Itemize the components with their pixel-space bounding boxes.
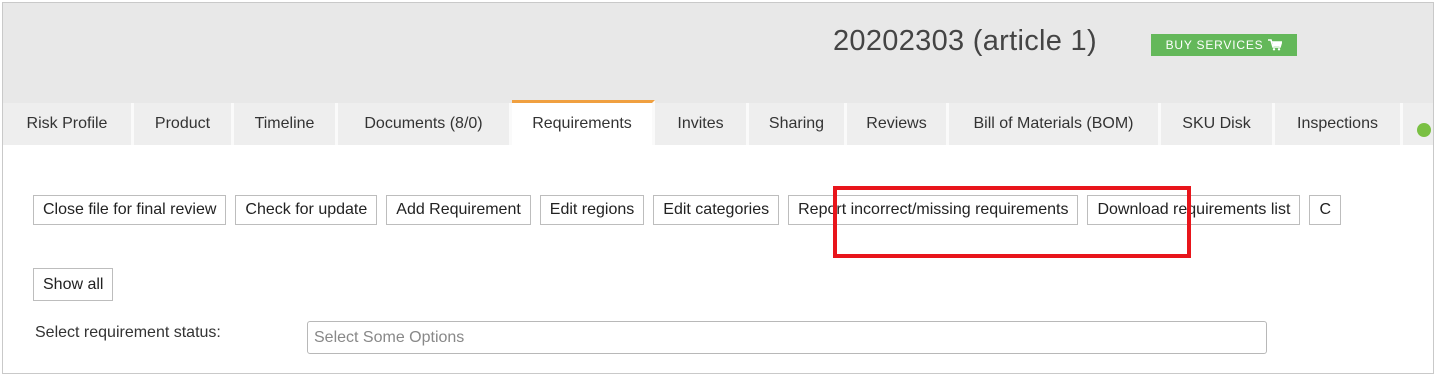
tab-label: Product	[154, 115, 211, 132]
tab-status-overflow[interactable]	[1403, 103, 1433, 145]
check-update-button[interactable]: Check for update	[235, 195, 378, 225]
tab-documents[interactable]: Documents (8/0)	[338, 103, 512, 145]
tab-invites[interactable]: Invites	[655, 103, 749, 145]
buy-services-label: BUY SERVICES	[1165, 38, 1264, 52]
tab-label: Sharing	[768, 115, 825, 132]
app-window: 20202303 (article 1) BUY SERVICES Risk P…	[2, 2, 1434, 374]
close-file-button[interactable]: Close file for final review	[33, 195, 227, 225]
tab-label: Requirements	[532, 115, 632, 132]
tab-label: Invites	[677, 115, 724, 132]
page-title: 20202303 (article 1)	[833, 25, 1097, 57]
tab-sharing[interactable]: Sharing	[749, 103, 847, 145]
page-header: 20202303 (article 1) BUY SERVICES Risk P…	[3, 3, 1433, 145]
report-incorrect-requirements-button[interactable]: Report incorrect/missing requirements	[788, 195, 1079, 225]
status-filter-placeholder: Select Some Options	[314, 328, 465, 346]
green-dot-icon	[1417, 123, 1431, 137]
tab-label: Bill of Materials (BOM)	[973, 115, 1134, 132]
tab-sku-disk[interactable]: SKU Disk	[1161, 103, 1275, 145]
tab-bill-of-materials[interactable]: Bill of Materials (BOM)	[949, 103, 1161, 145]
tab-risk-profile[interactable]: Risk Profile	[3, 103, 134, 145]
tab-label: Timeline	[254, 115, 315, 132]
edit-regions-button[interactable]: Edit regions	[539, 195, 645, 225]
status-filter-label: Select requirement status:	[35, 324, 221, 341]
edit-categories-button[interactable]: Edit categories	[653, 195, 780, 225]
cart-icon	[1268, 39, 1283, 51]
show-all-button[interactable]: Show all	[33, 268, 114, 301]
tab-label: Risk Profile	[26, 115, 108, 132]
download-requirements-button[interactable]: Download requirements list	[1087, 195, 1301, 225]
status-filter-select[interactable]: Select Some Options	[307, 321, 1267, 354]
requirements-toolbar: Close file for final review Check for up…	[33, 195, 1341, 225]
tab-label: Documents (8/0)	[364, 115, 483, 132]
tab-label: Inspections	[1297, 115, 1378, 132]
tab-inspections[interactable]: Inspections	[1275, 103, 1403, 145]
truncated-button[interactable]: C	[1309, 195, 1341, 225]
tab-bar: Risk Profile Product Timeline Documents …	[3, 100, 1433, 145]
buy-services-button[interactable]: BUY SERVICES	[1151, 34, 1297, 56]
tab-timeline[interactable]: Timeline	[234, 103, 338, 145]
add-requirement-button[interactable]: Add Requirement	[386, 195, 531, 225]
tab-requirements[interactable]: Requirements	[512, 100, 655, 145]
tab-label: Reviews	[866, 115, 927, 132]
tab-label: SKU Disk	[1182, 115, 1251, 132]
tab-reviews[interactable]: Reviews	[847, 103, 949, 145]
tab-product[interactable]: Product	[134, 103, 234, 145]
